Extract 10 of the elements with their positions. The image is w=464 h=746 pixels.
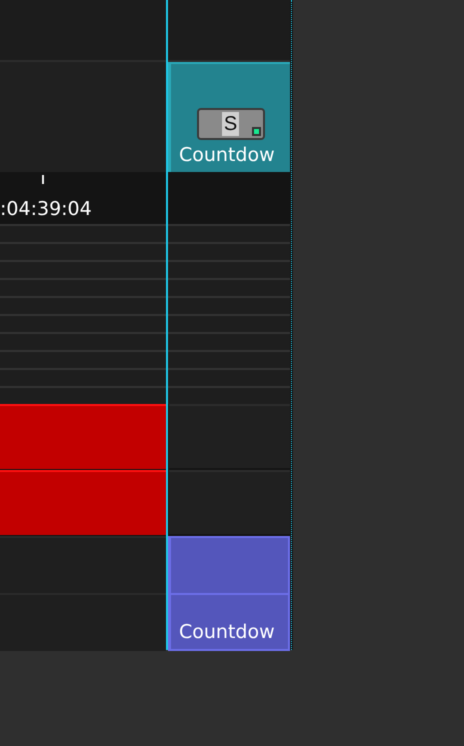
cue-clip[interactable]: Countdow	[168, 536, 290, 651]
timecode: :04:39:04	[0, 198, 92, 220]
track-clip[interactable]	[0, 470, 166, 535]
clip-label: Countdow	[178, 144, 276, 166]
clip-label: Countdow	[178, 621, 276, 643]
playhead-line[interactable]	[166, 0, 168, 650]
script-button[interactable]: S	[196, 108, 264, 140]
cue-clip[interactable]: S Countdow	[168, 62, 290, 172]
track-clip[interactable]	[0, 404, 166, 469]
ruler-tick	[42, 175, 44, 184]
